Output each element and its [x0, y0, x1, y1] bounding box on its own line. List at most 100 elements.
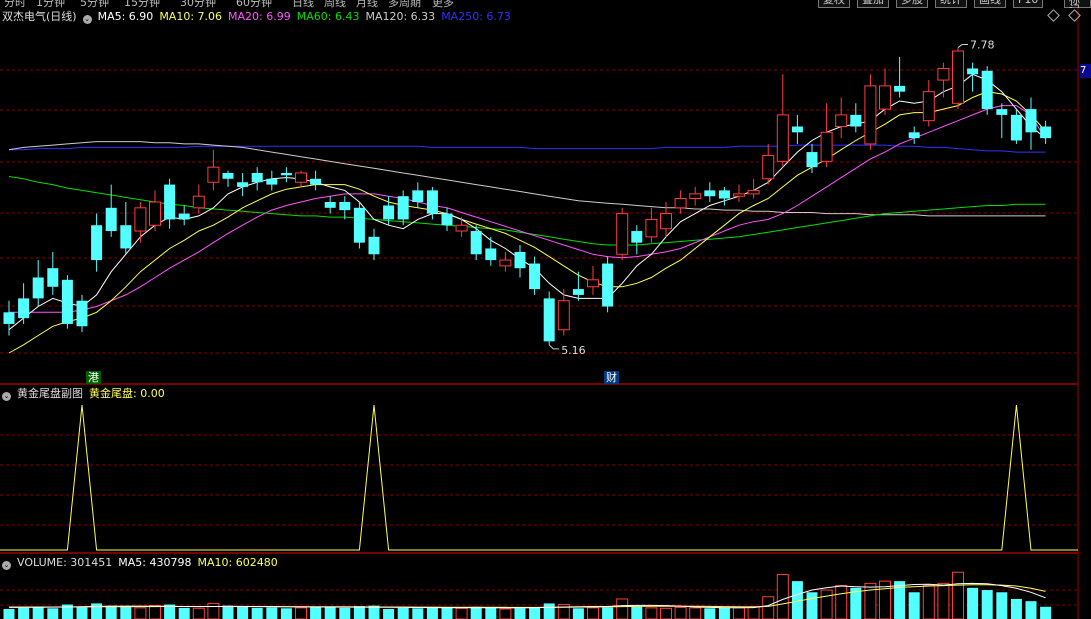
candle-body — [557, 300, 570, 331]
candle-body — [631, 231, 643, 243]
ma60-legend: MA60: 6.43 — [296, 10, 360, 23]
volume-bar — [806, 592, 818, 619]
candle-body — [879, 85, 891, 110]
candle-body — [91, 225, 103, 261]
volume-bar — [602, 607, 614, 619]
candle-body — [47, 268, 59, 287]
ma250-line — [9, 144, 1046, 153]
volume-bar — [149, 605, 161, 619]
volume-bar — [499, 608, 512, 619]
volume-bar — [996, 592, 1008, 619]
candle-body — [499, 259, 512, 267]
volume-bar — [178, 607, 190, 619]
low-price-label: 5.16 — [561, 344, 586, 357]
candle-body — [61, 279, 73, 324]
volume-bar — [616, 598, 629, 619]
candle-body — [762, 155, 775, 180]
kline-chart[interactable]: 7.78 5.16 — [0, 0, 1091, 619]
volume-bar — [91, 603, 103, 619]
volume-bar — [251, 607, 263, 619]
volume-bar — [120, 606, 132, 619]
candle-body — [310, 178, 322, 185]
candle-body — [383, 205, 395, 220]
candle-body — [207, 166, 220, 183]
volume-bar — [455, 607, 468, 619]
candle-body — [835, 114, 848, 128]
candle-body — [485, 248, 497, 261]
volume-bar — [704, 608, 716, 619]
vol-ma10-legend: MA10: 602480 — [197, 556, 278, 569]
volume-bar — [718, 607, 730, 619]
vol-ma5-legend: MA5: 430798 — [118, 556, 192, 569]
volume-bar — [412, 608, 424, 619]
volume-bar — [922, 585, 935, 619]
volume-bar — [529, 607, 541, 619]
vol-settings-icon[interactable]: ⌄ — [2, 561, 11, 570]
volume-bar — [820, 589, 833, 619]
candle-body — [602, 263, 614, 307]
hk-connect-badge[interactable]: 港 — [86, 371, 101, 384]
volume-bar — [776, 573, 789, 619]
settings-icon[interactable]: ⌄ — [82, 15, 92, 24]
volume-bar — [1010, 598, 1022, 619]
candle-body — [3, 312, 15, 324]
high-price-label: 7.78 — [970, 39, 995, 52]
volume-bar — [1040, 606, 1052, 619]
volume-bar — [864, 582, 877, 619]
volume-bar — [952, 571, 964, 619]
sub-chart-header: ⌄ 黄金尾盘副图 黄金尾盘: 0.00 — [2, 387, 171, 401]
candle-body — [426, 190, 438, 214]
sub-settings-icon[interactable]: ⌄ — [2, 392, 11, 401]
volume-bar — [18, 607, 30, 619]
volume-bar — [295, 607, 307, 619]
candle-body — [105, 207, 117, 232]
stock-title[interactable]: 双杰电气(日线) — [2, 10, 77, 23]
candle-body — [266, 178, 278, 185]
candle-body — [455, 224, 468, 232]
candle-body — [645, 218, 658, 238]
candle-body — [324, 202, 336, 208]
candle-body — [776, 114, 789, 162]
candle-body — [704, 190, 716, 197]
volume-bar — [631, 606, 643, 619]
main-chart-header: 双杰电气(日线) ⌄ MA5: 6.90 MA10: 7.06 MA20: 6.99 MA… — [2, 10, 517, 24]
financial-report-badge[interactable]: 财 — [604, 371, 619, 384]
volume-bar — [587, 607, 599, 619]
volume-bar — [747, 606, 760, 619]
volume-bar — [485, 607, 497, 619]
volume-bar — [3, 608, 15, 619]
volume-bar — [981, 590, 993, 619]
volume-header: ⌄ VOLUME: 301451 MA5: 430798 MA10: 602480 — [2, 556, 284, 570]
candle-body — [806, 152, 818, 168]
candle-body — [222, 172, 234, 179]
volume-bar — [426, 607, 438, 619]
price-axis-tag: 7 — [1080, 64, 1091, 78]
volume-bar — [908, 592, 920, 619]
candle-body — [850, 114, 862, 127]
candle-body — [514, 251, 526, 269]
candle-body — [192, 195, 205, 209]
candle-body — [864, 85, 877, 145]
volume-bar — [353, 606, 365, 619]
candle-body — [397, 196, 409, 220]
candle-body — [616, 213, 629, 255]
ma120-legend: MA120: 6.33 — [365, 10, 436, 23]
volume-bar — [280, 608, 292, 619]
candle-body — [280, 172, 292, 176]
volume-bar — [835, 585, 848, 619]
candle-body — [689, 193, 702, 200]
volume-value[interactable]: VOLUME: 301451 — [17, 556, 112, 569]
candle-body — [120, 225, 132, 249]
candle-body — [1010, 114, 1022, 141]
candle-body — [747, 189, 760, 195]
candle-body — [339, 202, 351, 211]
candle-body — [32, 277, 44, 299]
candle-body — [733, 193, 745, 197]
volume-bar — [967, 587, 979, 619]
ma5-legend: MA5: 6.90 — [97, 10, 154, 23]
volume-bar — [1025, 601, 1037, 619]
sub-indicator-name[interactable]: 黄金尾盘副图 — [17, 387, 83, 400]
candle-body — [149, 201, 161, 226]
sub-indicator-value: 黄金尾盘: 0.00 — [89, 387, 165, 400]
candle-body — [718, 190, 730, 199]
